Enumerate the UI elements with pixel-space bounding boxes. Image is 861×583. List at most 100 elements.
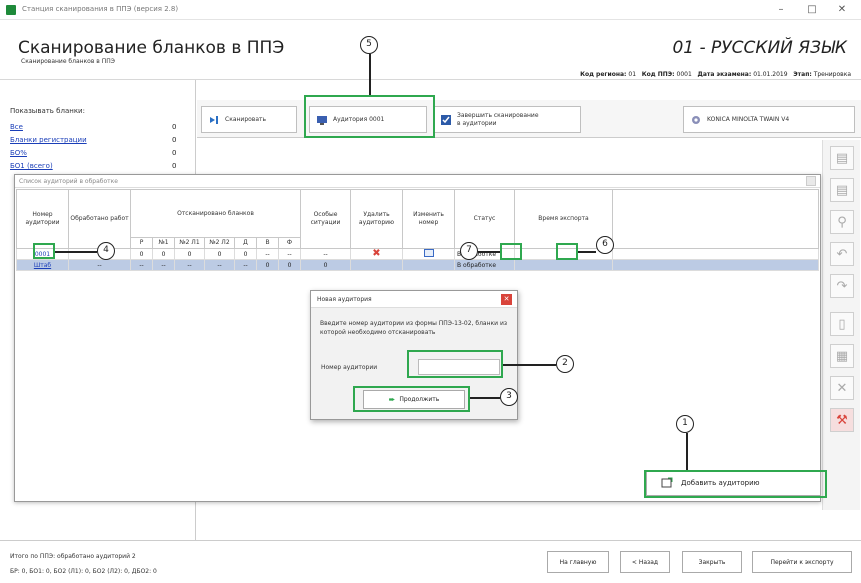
callout-line: [578, 251, 596, 253]
callout-line: [478, 251, 500, 253]
cell-value: 0: [152, 248, 175, 260]
finish-scan-button[interactable]: Завершить сканирование в аудитории: [433, 106, 581, 133]
ppe-label: Код ППЭ:: [641, 71, 675, 78]
delete-page-button[interactable]: ✕: [830, 376, 854, 400]
auditorium-table: Номер аудитории Обработано работ Отскани…: [16, 189, 819, 271]
magnifier-icon: ⚲: [837, 214, 847, 230]
zoom-page-button[interactable]: ▤: [830, 146, 854, 170]
filter-count: 0: [172, 162, 177, 170]
col-header-processed[interactable]: Обработано работ: [68, 189, 131, 249]
highlight-auditorium-button: [304, 95, 435, 138]
date-value: 01.01.2019: [753, 71, 788, 78]
col-header-empty: [612, 189, 819, 249]
cell-value: --: [234, 259, 257, 271]
cell-value: 0: [204, 248, 235, 260]
page-title: Сканирование бланков в ППЭ: [18, 38, 285, 58]
prompt-title: Новая аудитория: [317, 296, 372, 303]
table-row[interactable]: 0001 0 0 0 0 0 0 -- -- -- ✖ В обработке: [16, 248, 819, 260]
export-button[interactable]: Перейти к экспорту: [752, 551, 852, 573]
filter-link-bo[interactable]: БО%: [10, 149, 27, 157]
highlight-delete-icon: [500, 243, 522, 260]
ppe-value: 0001: [676, 71, 692, 78]
prompt-close-button[interactable]: ✕: [501, 294, 512, 305]
callout-4: 4: [97, 242, 115, 260]
cell-change: [402, 248, 455, 260]
finish-scan-label-line2: в аудитории: [457, 119, 497, 127]
page-icon: ▤: [835, 182, 849, 198]
page-view-button[interactable]: ▤: [830, 178, 854, 202]
finish-scan-icon: [441, 114, 451, 125]
zoom-button[interactable]: ⚲: [830, 210, 854, 234]
tools-button[interactable]: ⚒: [830, 408, 854, 432]
rotate-left-button[interactable]: ↶: [830, 242, 854, 266]
filter-link-bo1[interactable]: БО1 (всего): [10, 162, 53, 170]
close-button[interactable]: Закрыть: [682, 551, 742, 573]
table-header-row: Номер аудитории Обработано работ Отскани…: [16, 189, 819, 249]
cell-value: 0: [130, 248, 153, 260]
col-header-aud-no[interactable]: Номер аудитории: [16, 189, 69, 249]
app-icon: [6, 5, 16, 15]
cell-empty: [612, 259, 819, 271]
callout-6: 6: [596, 236, 614, 254]
cell-value: --: [256, 248, 279, 260]
callout-2: 2: [556, 355, 574, 373]
col-header-change[interactable]: Изменить номер: [402, 189, 455, 249]
edit-number-icon[interactable]: [423, 249, 434, 257]
cell-value: 0: [174, 248, 205, 260]
document-button[interactable]: ▯: [830, 312, 854, 336]
filter-count: 0: [172, 136, 177, 144]
prompt-instructions: Введите номер аудитории из формы ППЭ-13-…: [320, 320, 508, 336]
grid-icon: ▦: [835, 348, 849, 364]
wrench-icon: ⚒: [836, 412, 848, 428]
back-button[interactable]: < Назад: [620, 551, 670, 573]
filter-link-all[interactable]: Все: [10, 123, 23, 131]
rotate-right-button[interactable]: ↷: [830, 274, 854, 298]
cell-value: 0: [256, 259, 279, 271]
auditorium-number-label: Номер аудитории: [321, 364, 378, 371]
sub-header-v: В: [256, 237, 279, 249]
col-header-special[interactable]: Особые ситуации: [300, 189, 351, 249]
footer-bar: Итого по ППЭ: обработано аудиторий 2 БР:…: [0, 540, 861, 583]
rotate-right-icon: ↷: [836, 278, 848, 294]
highlight-add-auditorium: [644, 470, 827, 498]
callout-line: [686, 433, 688, 470]
cell-value: --: [204, 259, 235, 271]
window-titlebar: Станция сканирования в ППЭ (версия 2.8) …: [0, 0, 861, 20]
callout-3: 3: [500, 388, 518, 406]
stage-label: Этап:: [793, 71, 812, 78]
callout-7: 7: [460, 242, 478, 260]
dialog-close-button[interactable]: [806, 176, 816, 186]
show-blanks-label: Показывать бланки:: [10, 107, 85, 115]
grid-button[interactable]: ▦: [830, 344, 854, 368]
col-header-scanned[interactable]: Отсканировано бланков: [130, 189, 301, 238]
callout-5: 5: [360, 36, 378, 54]
scanner-label: KONICA MINOLTA TWAIN V4: [707, 116, 790, 123]
sub-header-n2l1: №2 Л1: [174, 237, 205, 249]
right-toolbar: ▤ ▤ ⚲ ↶ ↷ ▯ ▦ ✕ ⚒: [822, 140, 860, 510]
callout-line: [369, 54, 371, 95]
close-window-button[interactable]: ✕: [834, 3, 850, 17]
footer-blank-counts: БР: 0, БО1: 0, БО2 (Л1): 0, БО2 (Л2): 0,…: [10, 568, 157, 575]
scan-label: Сканировать: [225, 116, 267, 123]
toolbar: Сканировать Аудитория 0001 Завершить ска…: [197, 100, 861, 138]
region-value: 01: [628, 71, 637, 78]
filter-link-registration[interactable]: Бланки регистрации: [10, 136, 87, 144]
scanner-select-button[interactable]: KONICA MINOLTA TWAIN V4: [683, 106, 855, 133]
cell-value: --: [174, 259, 205, 271]
scan-button[interactable]: Сканировать: [201, 106, 297, 133]
home-button[interactable]: На главную: [547, 551, 609, 573]
auditorium-link-headquarters[interactable]: Штаб: [34, 262, 51, 269]
cell-delete: ✖: [350, 248, 403, 260]
table-row[interactable]: Штаб -- -- -- -- -- -- 0 0 0 В обработке: [16, 259, 819, 271]
callout-line: [470, 397, 500, 399]
delete-auditorium-icon[interactable]: ✖: [371, 249, 382, 259]
minimize-button[interactable]: –: [773, 3, 789, 17]
col-header-delete[interactable]: Удалить аудиторию: [350, 189, 403, 249]
page-zoom-icon: ▤: [835, 150, 849, 166]
callout-line: [55, 251, 97, 253]
maximize-button[interactable]: □: [804, 3, 820, 17]
sub-header-n1: №1: [152, 237, 175, 249]
cell-status: В обработке: [454, 259, 515, 271]
cell-value: 0: [278, 259, 301, 271]
col-header-status[interactable]: Статус: [454, 189, 515, 249]
